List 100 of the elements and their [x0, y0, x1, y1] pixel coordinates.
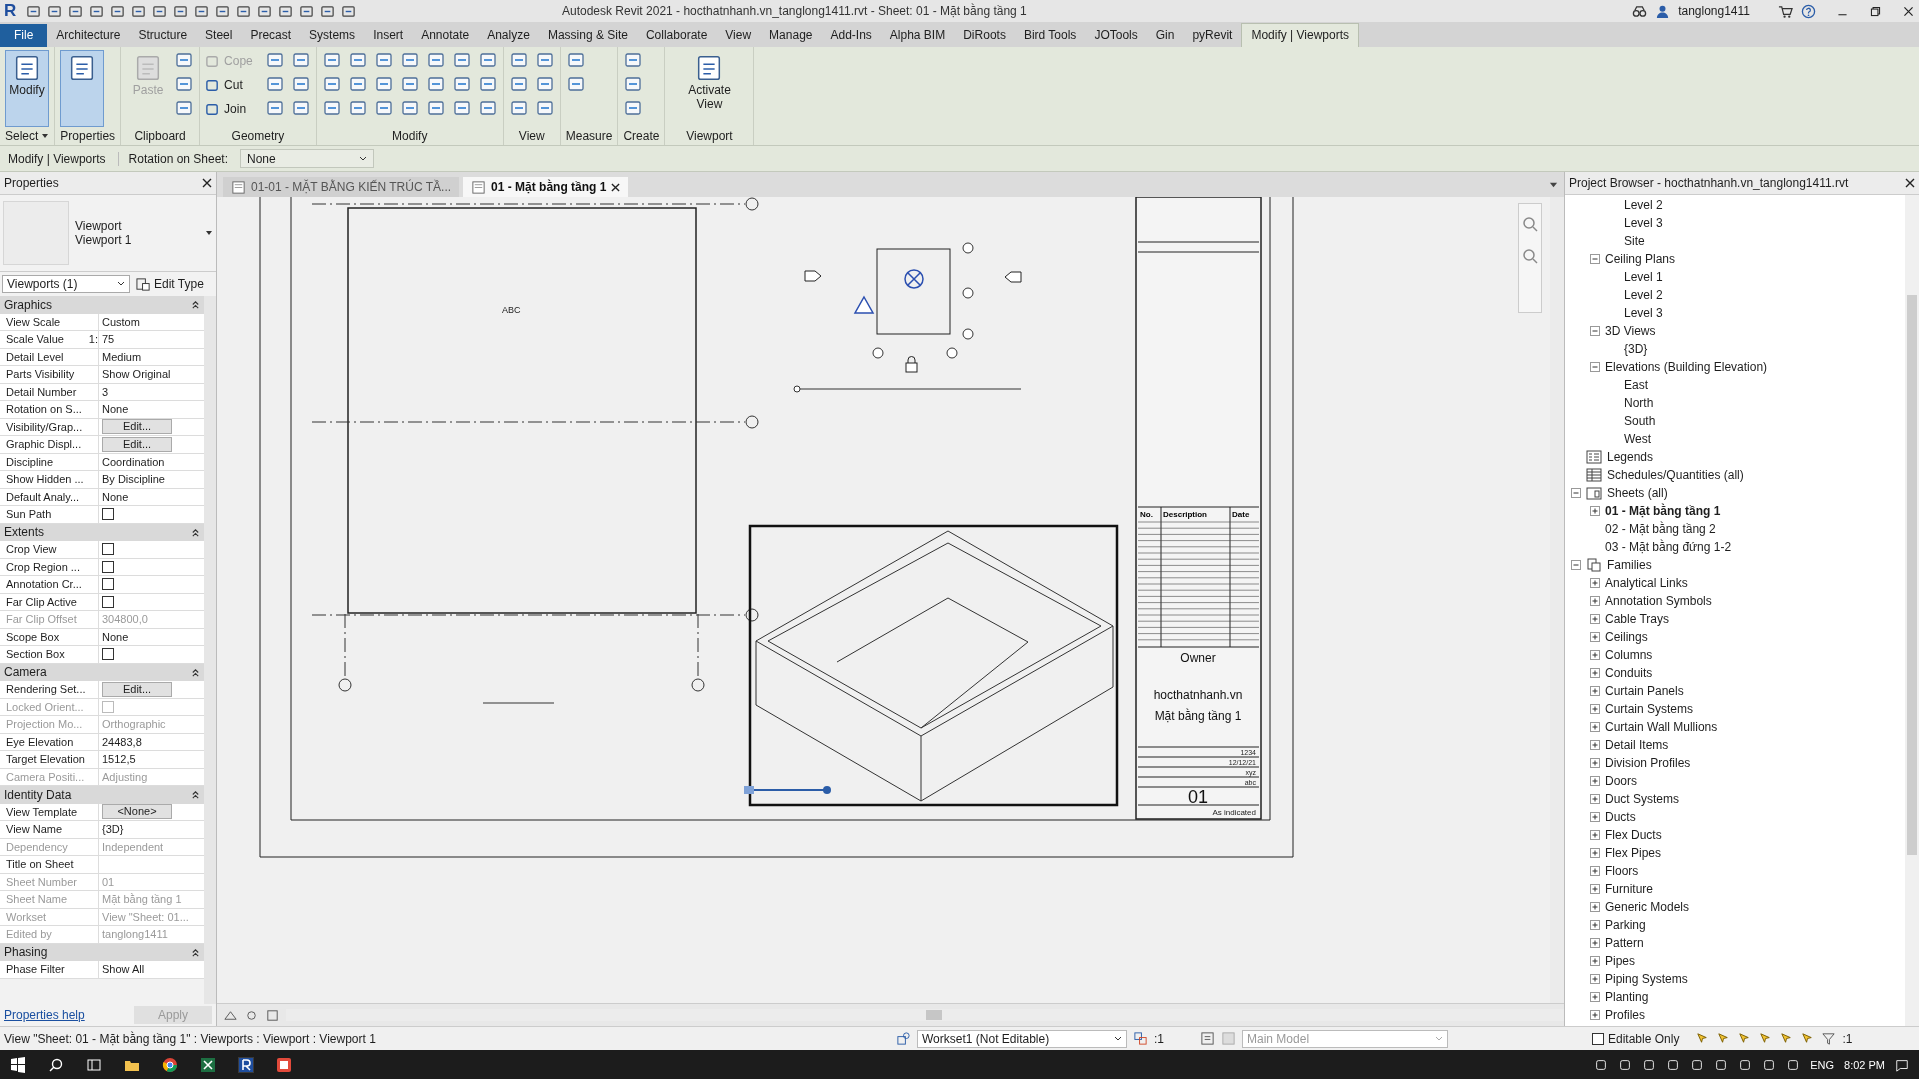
toolbar-icon[interactable]: [320, 3, 335, 19]
tree-item[interactable]: Level 3: [1624, 216, 1663, 230]
tool-icon[interactable]: [321, 98, 342, 118]
tree-item[interactable]: Generic Models: [1605, 900, 1690, 914]
tree-item[interactable]: Detail Items: [1605, 738, 1669, 752]
ribbon-tab[interactable]: Precast: [241, 24, 301, 47]
edit-button[interactable]: Edit...: [102, 681, 172, 697]
elevation-marker-drawing[interactable]: [804, 242, 1022, 373]
ribbon-tab[interactable]: Modify | Viewports: [1241, 23, 1360, 47]
tool-icon[interactable]: [290, 50, 311, 70]
scrollbar[interactable]: [1550, 197, 1564, 1003]
property-value[interactable]: Custom: [102, 315, 140, 328]
ribbon-tab[interactable]: Collaborate: [636, 24, 717, 47]
workset-dropdown[interactable]: Workset1 (Not Editable): [917, 1029, 1127, 1048]
spreadsheet-app-icon[interactable]: [200, 1056, 216, 1073]
property-value[interactable]: Show All: [102, 963, 145, 976]
expander-icon[interactable]: [1590, 920, 1600, 930]
tool-icon[interactable]: [290, 98, 311, 118]
help-icon[interactable]: [1801, 3, 1816, 19]
tool-icon[interactable]: [477, 74, 498, 94]
tool-icon[interactable]: [534, 98, 555, 118]
ribbon-tab[interactable]: Annotate: [412, 24, 479, 47]
caret-icon[interactable]: [41, 132, 50, 140]
expander-icon[interactable]: [1590, 722, 1600, 732]
tool-icon[interactable]: [477, 98, 498, 118]
tree-item[interactable]: Furniture: [1605, 882, 1654, 896]
tool-icon[interactable]: [425, 50, 446, 70]
tree-item[interactable]: Level 3: [1624, 306, 1663, 320]
tree-item[interactable]: 3D Views: [1605, 324, 1656, 338]
app-icon[interactable]: [238, 1056, 254, 1073]
tree-item[interactable]: Duct Systems: [1605, 792, 1679, 806]
tree-item[interactable]: Ceilings: [1605, 630, 1648, 644]
property-value[interactable]: Show Original: [102, 368, 171, 381]
tray-icon[interactable]: [1666, 1057, 1681, 1072]
expander-icon[interactable]: [1590, 686, 1600, 696]
expander-icon[interactable]: [1590, 938, 1600, 948]
checkbox[interactable]: [102, 648, 114, 661]
tray-icon[interactable]: [1618, 1057, 1633, 1072]
collapse-icon[interactable]: [191, 527, 200, 537]
grid-line[interactable]: [311, 415, 759, 429]
checkbox[interactable]: [1592, 1032, 1604, 1045]
tree-item[interactable]: Elevations (Building Elevation): [1605, 360, 1768, 374]
expander-icon[interactable]: [1590, 1010, 1600, 1020]
edit-button[interactable]: Edit...: [102, 436, 172, 452]
ribbon-tab[interactable]: Analyze: [478, 24, 539, 47]
close-icon[interactable]: [1902, 4, 1915, 18]
tree-item[interactable]: Division Profiles: [1605, 756, 1691, 770]
tree-item[interactable]: Conduits: [1605, 666, 1653, 680]
expander-icon[interactable]: [1590, 974, 1600, 984]
expander-icon[interactable]: [1590, 596, 1600, 606]
tree-item[interactable]: Flex Pipes: [1605, 846, 1662, 860]
tool-icon[interactable]: [425, 74, 446, 94]
collapse-icon[interactable]: [191, 947, 200, 957]
property-value[interactable]: None: [102, 403, 129, 416]
tree-item[interactable]: Ducts: [1605, 810, 1636, 824]
tree-item[interactable]: Curtain Wall Mullions: [1605, 720, 1718, 734]
edit-button[interactable]: <None>: [102, 804, 172, 820]
toolbar-icon[interactable]: [236, 3, 251, 19]
tree-item[interactable]: Profiles: [1605, 1008, 1645, 1022]
expander-icon[interactable]: [1590, 362, 1600, 372]
toolbar-icon[interactable]: [89, 3, 104, 19]
tree-item[interactable]: Columns: [1605, 648, 1653, 662]
ribbon-tab[interactable]: View: [716, 24, 761, 47]
tool-icon[interactable]: [290, 74, 311, 94]
viewport-frame[interactable]: [347, 207, 697, 614]
tree-item[interactable]: Level 2: [1624, 288, 1663, 302]
search-icon[interactable]: [48, 1056, 64, 1073]
tool-icon[interactable]: [174, 50, 195, 70]
tree-item[interactable]: North: [1624, 396, 1654, 410]
ribbon-tab[interactable]: DiRoots: [954, 24, 1015, 47]
tree-item[interactable]: Level 1: [1624, 270, 1663, 284]
ribbon-button[interactable]: [60, 50, 105, 127]
expander-icon[interactable]: [1590, 848, 1600, 858]
panel-label[interactable]: Select: [5, 127, 50, 145]
collapse-icon[interactable]: [191, 790, 200, 800]
tool-icon[interactable]: [321, 74, 342, 94]
tool-icon[interactable]: [451, 50, 472, 70]
expander-icon[interactable]: [1571, 488, 1581, 498]
property-value[interactable]: 24483,8: [102, 735, 142, 748]
tree-item[interactable]: Flex Ducts: [1605, 828, 1662, 842]
ribbon-button[interactable]: Modify: [5, 50, 49, 127]
expander-icon[interactable]: [1590, 758, 1600, 768]
tool-icon[interactable]: [264, 98, 285, 118]
grid-line[interactable]: [338, 613, 352, 692]
tool-icon[interactable]: [534, 50, 555, 70]
language-indicator[interactable]: ENG: [1810, 1058, 1835, 1071]
close-icon[interactable]: [202, 178, 212, 188]
tool-icon[interactable]: [264, 50, 285, 70]
ribbon-tab[interactable]: Manage: [760, 24, 822, 47]
restore-icon[interactable]: [1869, 4, 1882, 18]
tool-icon[interactable]: [373, 50, 394, 70]
ribbon-tab[interactable]: Add-Ins: [821, 24, 881, 47]
checkbox-label[interactable]: Editable Only: [1608, 1031, 1680, 1046]
notifications-icon[interactable]: [1895, 1057, 1909, 1072]
caret-icon[interactable]: [205, 229, 213, 237]
tool-icon[interactable]: [565, 50, 586, 70]
ribbon-tab[interactable]: JOTools: [1085, 24, 1147, 47]
ribbon-button[interactable]: Cut: [205, 74, 259, 96]
toolbar-icon[interactable]: [152, 3, 167, 19]
tray-icon[interactable]: [1738, 1057, 1753, 1072]
